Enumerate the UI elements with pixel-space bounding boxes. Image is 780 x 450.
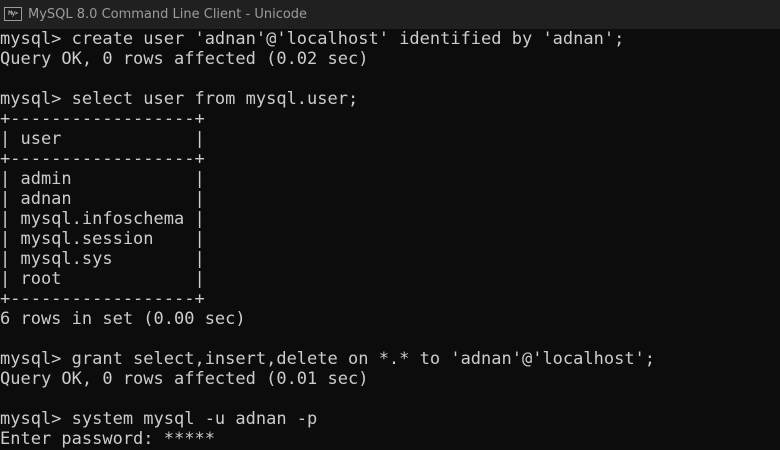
window-title: MySQL 8.0 Command Line Client - Unicode: [28, 7, 308, 22]
console-line: | mysql.infoschema |: [0, 209, 205, 229]
console-line: mysql> system mysql -u adnan -p: [0, 409, 318, 429]
console-line: +------------------+: [0, 109, 205, 129]
console-line: | root |: [0, 269, 205, 289]
console-line: | admin |: [0, 169, 205, 189]
console-line: | mysql.session |: [0, 229, 205, 249]
console-line: Query OK, 0 rows affected (0.02 sec): [0, 49, 369, 69]
console-line: | user |: [0, 129, 205, 149]
console-line: 6 rows in set (0.00 sec): [0, 309, 246, 329]
console-line: +------------------+: [0, 289, 205, 309]
console-line: | mysql.sys |: [0, 249, 205, 269]
console-line: +------------------+: [0, 149, 205, 169]
console-line: Query OK, 0 rows affected (0.01 sec): [0, 369, 369, 389]
mysql-console-icon[interactable]: My>: [4, 7, 22, 21]
console-line: mysql> grant select,insert,delete on *.*…: [0, 349, 656, 369]
console-line: | adnan |: [0, 189, 205, 209]
password-prompt[interactable]: Enter password: *****: [0, 429, 215, 449]
console-line: mysql> create user 'adnan'@'localhost' i…: [0, 29, 625, 49]
title-bar[interactable]: My> MySQL 8.0 Command Line Client - Unic…: [0, 0, 780, 29]
console-line: mysql> select user from mysql.user;: [0, 89, 359, 109]
mysql-console-window: My> MySQL 8.0 Command Line Client - Unic…: [0, 0, 780, 450]
console-output[interactable]: mysql> create user 'adnan'@'localhost' i…: [0, 29, 780, 450]
